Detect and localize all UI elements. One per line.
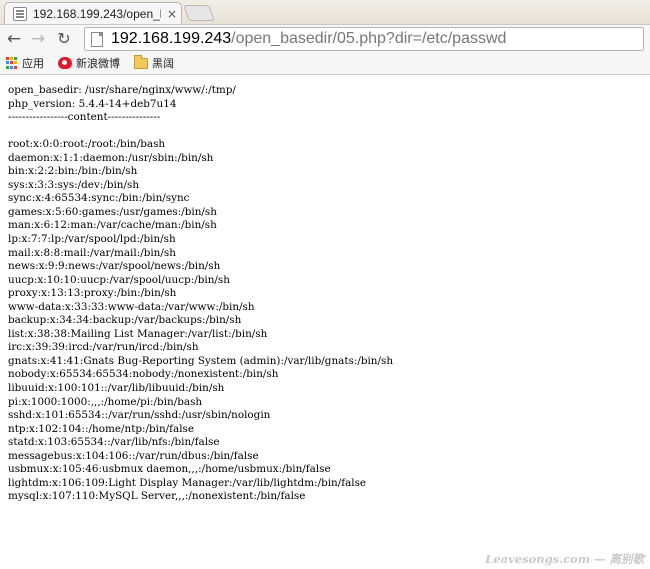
passwd-line: daemon:x:1:1:daemon:/usr/sbin:/bin/sh (8, 151, 214, 164)
passwd-line: news:x:9:9:news:/var/spool/news:/bin/sh (8, 260, 221, 273)
browser-tab[interactable]: 192.168.199.243/open_l × (4, 2, 182, 24)
bookmark-weibo[interactable]: 新浪微博 (58, 55, 120, 71)
watermark: Leavesongs.com — 离别歌 (485, 552, 644, 566)
passwd-line: man:x:6:12:man:/var/cache/man:/bin/sh (8, 219, 217, 232)
passwd-line: mail:x:8:8:mail:/var/mail:/bin/sh (8, 246, 176, 259)
passwd-line: messagebus:x:104:106::/var/run/dbus:/bin… (8, 449, 259, 462)
passwd-line: ntp:x:102:104::/home/ntp:/bin/false (8, 422, 195, 435)
page-favicon-icon (13, 6, 27, 21)
passwd-line: bin:x:2:2:bin:/bin:/bin/sh (8, 165, 138, 178)
passwd-line: irc:x:39:39:ircd:/var/run/ircd:/bin/sh (8, 341, 199, 354)
reload-icon[interactable]: ↻ (54, 28, 74, 50)
passwd-line: libuuid:x:100:101::/var/lib/libuuid:/bin… (8, 382, 225, 395)
apps-grid-dot (14, 61, 17, 65)
apps-grid-dot (6, 65, 9, 69)
forward-arrow-icon[interactable]: → (28, 28, 48, 50)
apps-grid-dot (10, 57, 13, 60)
bookmark-label: 应用 (22, 57, 44, 70)
passwd-line: games:x:5:60:games:/usr/games:/bin/sh (8, 205, 217, 218)
header-line: -----------------content--------------- (8, 111, 161, 124)
passwd-line: pi:x:1000:1000:,,,:/home/pi:/bin/bash (8, 395, 203, 408)
apps-grid-dot (6, 57, 9, 60)
passwd-line: mysql:x:107:110:MySQL Server,,,:/nonexis… (8, 490, 306, 503)
passwd-line: sync:x:4:65534:sync:/bin:/bin/sync (8, 192, 190, 205)
tab-title: 192.168.199.243/open_l (33, 6, 161, 21)
passwd-line: sshd:x:101:65534::/var/run/sshd:/usr/sbi… (8, 409, 271, 422)
apps-grid-dot (14, 57, 17, 60)
passwd-line: gnats:x:41:41:Gnats Bug-Reporting System… (8, 354, 394, 367)
page-content: open_basedir: /usr/share/nginx/www/:/tmp… (8, 84, 644, 504)
url-host: 192.168.199.243 (111, 30, 232, 47)
page-document-icon (91, 31, 103, 47)
apps-grid-icon (6, 57, 18, 69)
passwd-line: list:x:38:38:Mailing List Manager:/var/l… (8, 327, 268, 340)
apps-grid-dot (14, 65, 17, 69)
bookmark-label: 新浪微博 (76, 57, 120, 70)
passwd-output: root:x:0:0:root:/root:/bin/bash daemon:x:… (8, 138, 644, 504)
passwd-line: statd:x:103:65534::/var/lib/nfs:/bin/fal… (8, 436, 220, 449)
passwd-line: root:x:0:0:root:/root:/bin/bash (8, 138, 166, 151)
header-line: php_version: 5.4.4-14+deb7u14 (8, 97, 177, 110)
passwd-line: proxy:x:13:13:proxy:/bin:/bin/sh (8, 287, 177, 300)
passwd-line: sys:x:3:3:sys:/dev:/bin/sh (8, 178, 140, 191)
passwd-line: nobody:x:65534:65534:nobody:/nonexistent… (8, 368, 279, 381)
weibo-icon (58, 57, 72, 69)
browser-toolbar: ← → ↻ 192.168.199.243/open_basedir/05.ph… (0, 24, 650, 52)
bookmark-label: 黑阔 (152, 57, 174, 70)
back-arrow-icon[interactable]: ← (4, 28, 24, 50)
passwd-line: usbmux:x:105:46:usbmux daemon,,,:/home/u… (8, 463, 331, 476)
new-tab-button[interactable] (183, 5, 215, 21)
passwd-line: backup:x:34:34:backup:/var/backups:/bin/… (8, 314, 242, 327)
apps-grid-dot (6, 61, 9, 65)
folder-icon (134, 54, 148, 69)
passwd-line: uucp:x:10:10:uucp:/var/spool/uucp:/bin/s… (8, 273, 230, 286)
bookmark-apps[interactable]: 应用 (6, 55, 44, 71)
passwd-line: lp:x:7:7:lp:/var/spool/lpd:/bin/sh (8, 233, 176, 246)
tab-strip: 192.168.199.243/open_l × (0, 0, 650, 24)
header-line: open_basedir: /usr/share/nginx/www/:/tmp… (8, 84, 236, 96)
apps-grid-dot (10, 61, 13, 65)
address-bar[interactable]: 192.168.199.243/open_basedir/05.php?dir=… (84, 27, 644, 51)
apps-grid-dot (10, 65, 13, 69)
bookmark-folder[interactable]: 黑阔 (134, 54, 174, 71)
passwd-line: lightdm:x:106:109:Light Display Manager:… (8, 476, 367, 489)
url-path: /open_basedir/05.php?dir=/etc/passwd (231, 30, 507, 47)
passwd-line: www-data:x:33:33:www-data:/var/www:/bin/… (8, 300, 255, 313)
tab-close-icon[interactable]: × (167, 7, 177, 21)
bookmarks-bar: 应用 新浪微博 黑阔 (0, 52, 650, 75)
